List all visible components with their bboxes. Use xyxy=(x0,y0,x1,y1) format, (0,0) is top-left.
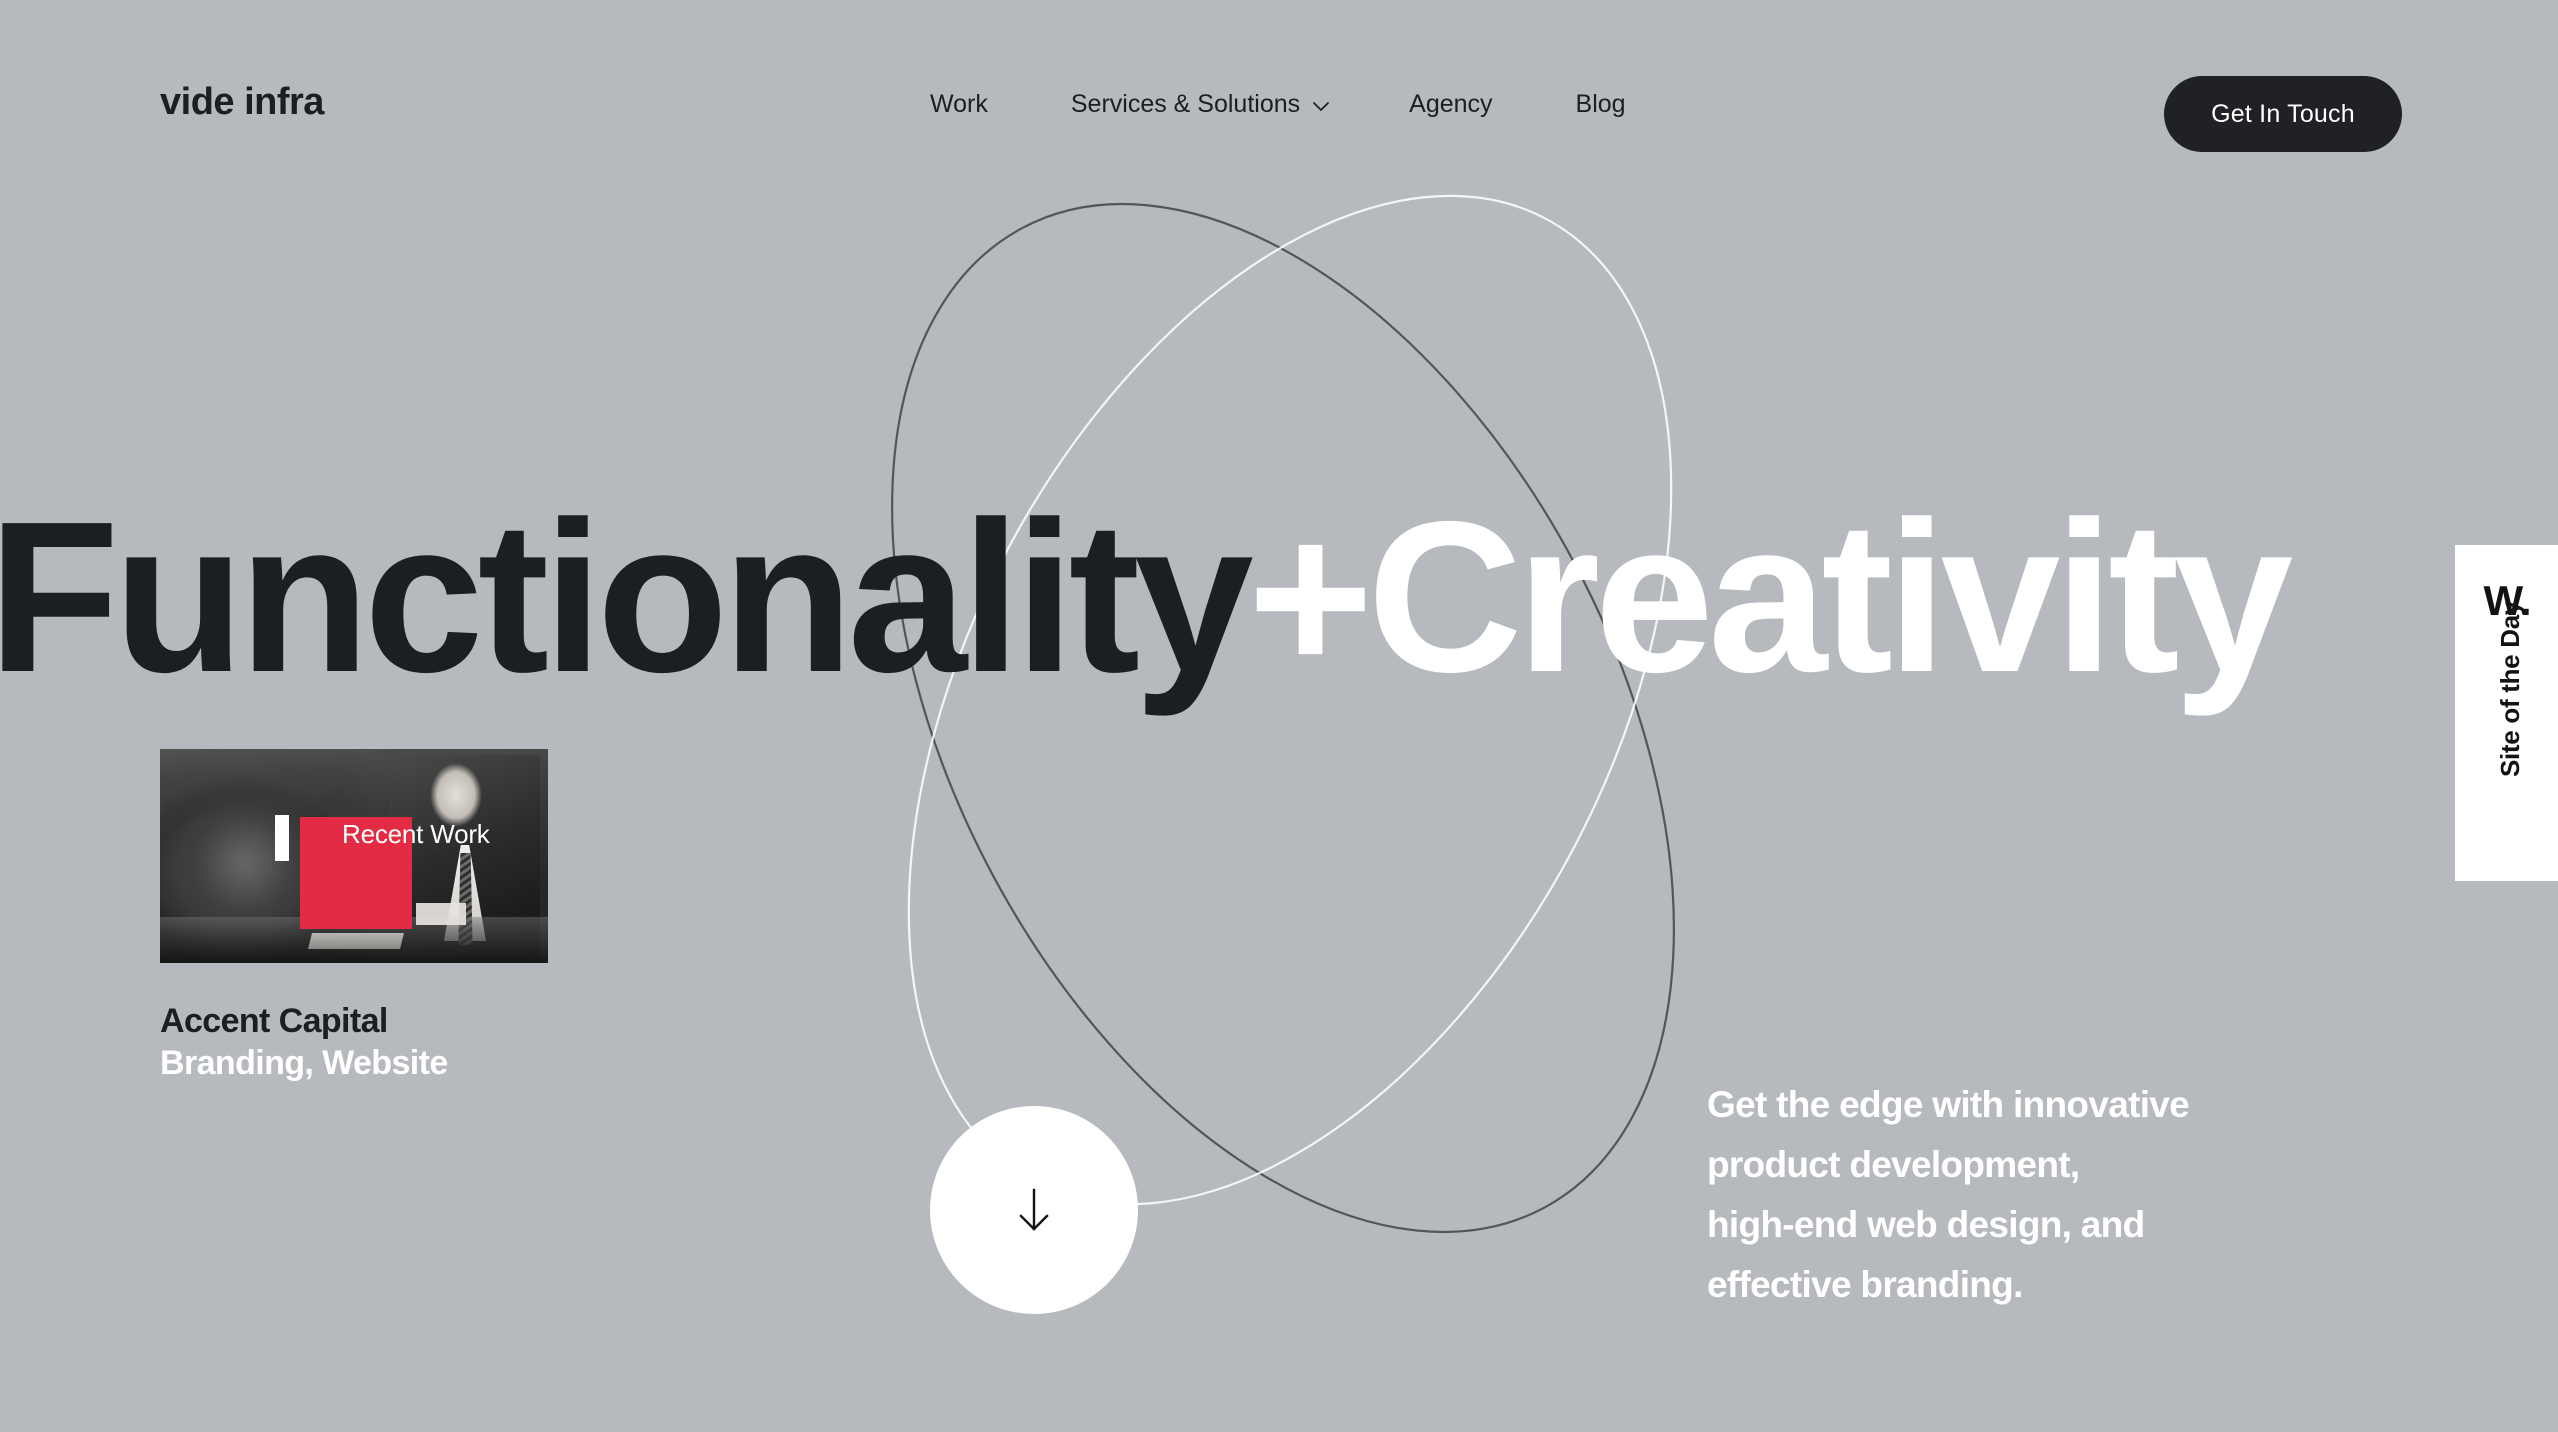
hero-tagline-line-4: effective branding. xyxy=(1707,1263,2023,1305)
main-nav: Work Services & Solutions Agency Blog xyxy=(930,92,1626,117)
recent-work-label: Recent Work xyxy=(342,819,490,849)
ring-dark xyxy=(891,202,1675,1234)
arrow-down-icon xyxy=(1014,1186,1054,1234)
award-badge-label-wrap: Site of the Day xyxy=(2455,545,2558,863)
hero-tagline: Get the edge with innovative product dev… xyxy=(1707,1075,2427,1315)
nav-item-agency[interactable]: Agency xyxy=(1409,92,1492,117)
recent-work-title: Accent Capital xyxy=(160,1002,388,1040)
award-badge[interactable]: W. Site of the Day xyxy=(2455,545,2558,881)
chevron-down-icon xyxy=(1313,102,1330,111)
nav-item-blog-label: Blog xyxy=(1575,90,1626,118)
scroll-down-button[interactable] xyxy=(930,1106,1138,1314)
award-badge-label: Site of the Day xyxy=(2495,600,2525,778)
get-in-touch-button[interactable]: Get In Touch xyxy=(2164,76,2402,152)
thumbnail-photo-paper xyxy=(308,933,404,949)
recent-work-thumbnail[interactable]: Recent Work xyxy=(160,749,548,963)
nav-item-services-solutions-label: Services & Solutions xyxy=(1070,90,1301,118)
nav-item-services-solutions[interactable]: Services & Solutions xyxy=(1070,90,1330,118)
logo[interactable]: vide infra xyxy=(160,83,324,121)
nav-item-agency-label: Agency xyxy=(1409,90,1493,118)
site-header: vide infra Work Services & Solutions Age… xyxy=(0,0,2558,186)
hero-headline-plus: + xyxy=(1247,476,1374,717)
nav-item-blog[interactable]: Blog xyxy=(1576,92,1626,117)
hero-tagline-line-1: Get the edge with innovative xyxy=(1707,1084,2190,1125)
hero-tagline-line-2: product development, xyxy=(1707,1143,2080,1185)
thumbnail-photo-cuff xyxy=(416,903,466,925)
nav-item-work[interactable]: Work xyxy=(930,92,988,117)
hero-tagline-line-3: high-end web design, and xyxy=(1707,1203,2145,1245)
hero-headline-light: Creativity xyxy=(1367,476,2293,717)
overlay-white-bar xyxy=(275,815,289,861)
hero-headline: Functionality+Creativity xyxy=(0,489,2558,704)
nav-item-work-label: Work xyxy=(930,90,988,118)
hero-headline-dark: Functionality xyxy=(0,476,1254,717)
recent-work-card[interactable]: Recent Work Accent Capital Branding, Web… xyxy=(160,749,548,1082)
recent-work-subtitle: Branding, Website xyxy=(160,1044,448,1083)
